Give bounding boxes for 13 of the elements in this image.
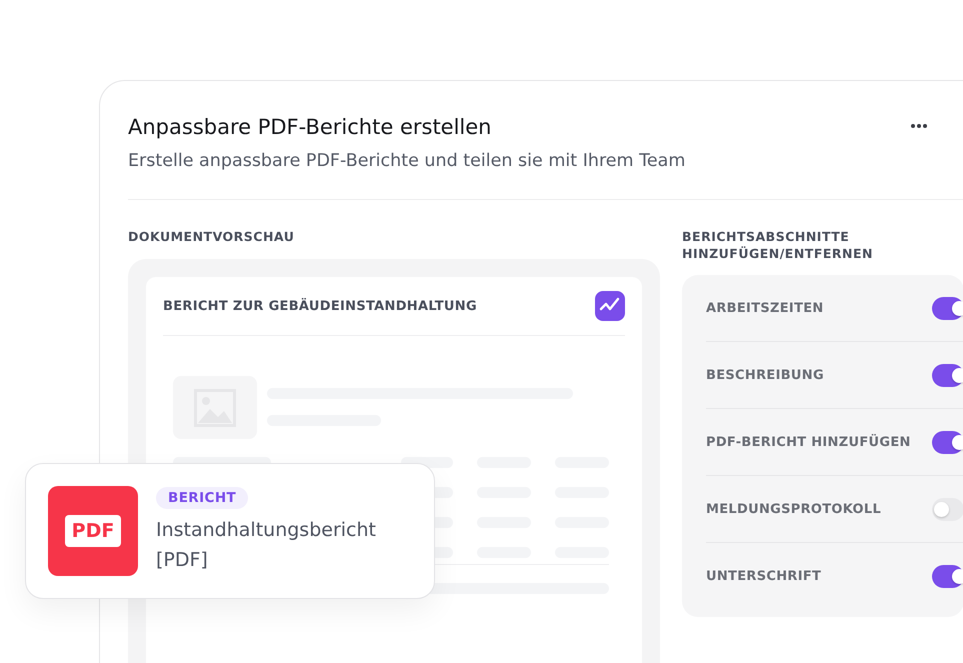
section-heading: BERICHTSABSCHNITTE HINZUFÜGEN/ENTFERNEN <box>682 228 874 262</box>
file-name: Instandhaltungsbericht [PDF] <box>156 518 377 573</box>
section-label: ARBEITSZEITEN <box>706 300 824 316</box>
card-subtitle: Erstelle anpassbare PDF-Berichte und teilen sie mit Ihrem Team <box>128 151 686 171</box>
section-label: BESCHREIBUNG <box>706 368 824 382</box>
section-label: MELDUNGSPROTOKOLL <box>706 502 882 516</box>
report-tag: BERICHT <box>156 487 248 509</box>
section-label: PDF-BERICHT HINZUFÜGEN <box>706 434 911 450</box>
pdf-label: PDF <box>64 515 122 547</box>
section-heading: DOKUMENTVORSCHAU <box>128 228 296 245</box>
document-title: BERICHT ZUR GEBÄUDEINSTANDHALTUNG <box>163 298 477 314</box>
card-title: Anpassbare PDF-Berichte erstellen <box>128 115 492 139</box>
section-label: UNTERSCHRIFT <box>706 568 822 584</box>
